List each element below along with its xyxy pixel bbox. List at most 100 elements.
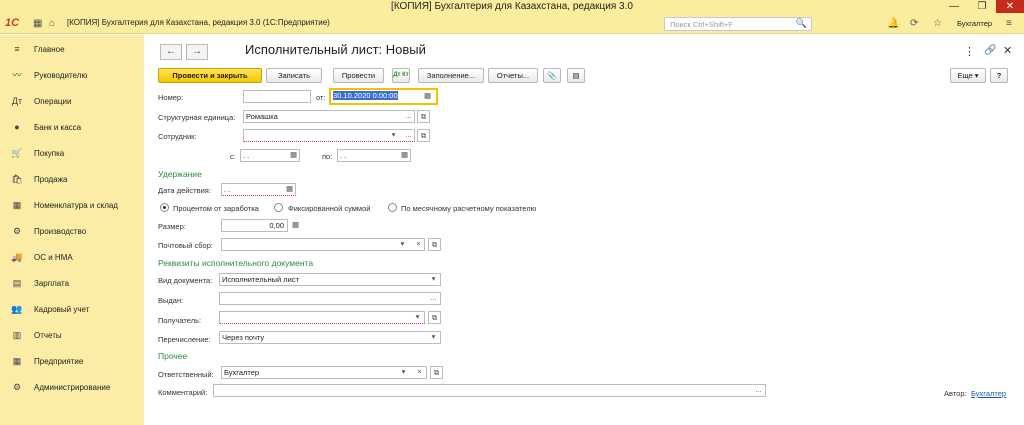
comment-label: Комментарий: [158, 388, 208, 397]
postal-label: Почтовый сбор: [158, 241, 213, 250]
sidebar-item-bank[interactable]: ● Банк и касса [0, 118, 144, 138]
fill-button[interactable]: Заполнение... [418, 68, 484, 83]
dt-kt-button[interactable]: Дт Кт [392, 68, 410, 83]
employee-open-button[interactable]: ⧉ [417, 129, 430, 142]
help-button[interactable]: ? [990, 68, 1008, 83]
radio-percent-label[interactable]: Процентом от заработка [173, 204, 259, 213]
sidebar-item-label: Продажа [34, 175, 68, 184]
transfer-dropdown-button[interactable]: ▾ [427, 331, 440, 344]
sidebar-item-hr[interactable]: 👥 Кадровый учет [0, 300, 144, 320]
action-date-calendar-icon[interactable]: ▦ [283, 183, 296, 196]
responsible-dropdown-button[interactable]: ▾ [397, 366, 410, 379]
post-button[interactable]: Провести [333, 68, 384, 83]
save-button[interactable]: Записать [266, 68, 322, 83]
link-icon[interactable]: 🔗 [984, 45, 996, 56]
global-search-input[interactable]: Поиск Ctrl+Shift+F 🔍 [664, 17, 812, 31]
transfer-select[interactable]: Через почту [219, 331, 441, 344]
size-input[interactable]: 0,00 [221, 219, 288, 232]
post-and-close-button[interactable]: Провести и закрыть [158, 68, 262, 83]
postal-open-button[interactable]: ⧉ [428, 238, 441, 251]
radio-monthly[interactable] [388, 203, 397, 212]
app-logo: 1С [5, 17, 20, 29]
factory-icon: ⚙ [12, 226, 22, 236]
chart-icon: 〰 [12, 70, 22, 80]
sidebar-item-purchases[interactable]: 🛒 Покупка [0, 144, 144, 164]
period-from-calendar-icon[interactable]: ▦ [287, 149, 300, 162]
sidebar-item-label: Производство [34, 227, 87, 236]
forward-button[interactable]: → [186, 44, 208, 60]
period-to-calendar-icon[interactable]: ▦ [398, 149, 411, 162]
history-icon[interactable]: ⟳ [910, 17, 918, 30]
current-user[interactable]: Бухгалтер [957, 19, 992, 28]
minimize-button[interactable]: — [940, 0, 968, 13]
responsible-open-button[interactable]: ⧉ [430, 366, 443, 379]
postal-dropdown-button[interactable]: ▾ [396, 238, 409, 251]
maximize-button[interactable]: ❐ [968, 0, 996, 13]
window-title: [КОПИЯ] Бухгалтерия для Казахстана, реда… [391, 1, 633, 12]
comment-select-button[interactable]: ... [752, 384, 765, 397]
sidebar-item-administration[interactable]: ⚙ Администрирование [0, 378, 144, 398]
favorites-icon[interactable]: ☆ [933, 17, 942, 30]
responsible-clear-button[interactable]: × [413, 366, 426, 379]
gear-icon: ⚙ [12, 382, 22, 392]
issued-select-button[interactable]: ... [427, 292, 440, 305]
doc-type-select[interactable]: Исполнительный лист [219, 273, 441, 286]
author-link[interactable]: Бухгалтер [971, 389, 1006, 398]
home-icon[interactable]: ⌂ [49, 17, 55, 30]
sidebar-item-director[interactable]: 〰 Руководителю [0, 66, 144, 86]
sidebar-item-salary[interactable]: ▤ Зарплата [0, 274, 144, 294]
attach-button[interactable]: 📎 [543, 68, 561, 83]
sidebar-item-main[interactable]: ≡ Главное [0, 40, 144, 60]
enterprise-icon: ▦ [12, 356, 22, 366]
form-close-icon[interactable]: ✕ [1003, 44, 1012, 57]
sidebar: ≡ Главное 〰 Руководителю Дт Операции ● Банк … [0, 35, 144, 425]
window-close-button[interactable]: ✕ [996, 0, 1024, 13]
recipient-input[interactable] [219, 311, 425, 324]
calendar-icon[interactable]: ▦ [421, 90, 434, 103]
calculator-icon[interactable]: ▦ [289, 219, 302, 232]
radio-fixed-label[interactable]: Фиксированной суммой [288, 204, 370, 213]
period-from-label: с: [230, 152, 236, 161]
back-button[interactable]: ← [160, 44, 182, 60]
employee-label: Сотрудник: [158, 132, 197, 141]
reports-icon: ▥ [12, 330, 22, 340]
employee-dropdown-button[interactable]: ▾ [387, 129, 400, 142]
doc-type-label: Вид документа: [158, 276, 213, 285]
doc-type-dropdown-button[interactable]: ▾ [427, 273, 440, 286]
structure-button[interactable]: ▤ [567, 68, 585, 83]
sidebar-item-nomenclature[interactable]: ▦ Номенклатура и склад [0, 196, 144, 216]
sidebar-item-enterprise[interactable]: ▦ Предприятие [0, 352, 144, 372]
responsible-label: Ответственный: [158, 370, 214, 379]
sidebar-item-reports[interactable]: ▥ Отчеты [0, 326, 144, 346]
radio-monthly-label[interactable]: По месячному расчетному показателю [401, 204, 536, 213]
notifications-icon[interactable]: 🔔 [887, 17, 899, 30]
unit-open-button[interactable]: ⧉ [417, 110, 430, 123]
grid-icon[interactable]: ▦ [33, 17, 42, 30]
sidebar-item-sales[interactable]: 🛍 Продажа [0, 170, 144, 190]
transfer-label: Перечисление: [158, 335, 211, 344]
global-search-placeholder: Поиск Ctrl+Shift+F [670, 20, 733, 29]
menu-icon[interactable]: ≡ [1006, 17, 1012, 30]
radio-fixed[interactable] [274, 203, 283, 212]
search-icon[interactable]: 🔍 [796, 18, 807, 29]
more-button[interactable]: Еще ▾ [950, 68, 986, 83]
employee-select-button[interactable]: ... [402, 129, 415, 142]
recipient-open-button[interactable]: ⧉ [428, 311, 441, 324]
dt-kt-icon: Дт [11, 96, 23, 106]
number-input[interactable] [243, 90, 311, 103]
recipient-dropdown-button[interactable]: ▾ [411, 311, 424, 324]
sidebar-item-operations[interactable]: Дт Операции [0, 92, 144, 112]
more-vertical-icon[interactable]: ⋮ [964, 45, 975, 58]
sidebar-item-fixed-assets[interactable]: 🚚 ОС и НМА [0, 248, 144, 268]
reports-button[interactable]: Отчеты... [488, 68, 538, 83]
sidebar-item-production[interactable]: ⚙ Производство [0, 222, 144, 242]
unit-select-button[interactable]: ... [402, 110, 415, 123]
issued-input[interactable] [219, 292, 441, 305]
postal-clear-button[interactable]: × [412, 238, 425, 251]
unit-label: Структурная единица: [158, 113, 236, 122]
unit-input[interactable]: Ромашка [243, 110, 415, 123]
comment-input[interactable] [213, 384, 766, 397]
postal-input[interactable] [221, 238, 425, 251]
radio-percent[interactable] [160, 203, 169, 212]
sidebar-item-label: Администрирование [34, 383, 111, 392]
